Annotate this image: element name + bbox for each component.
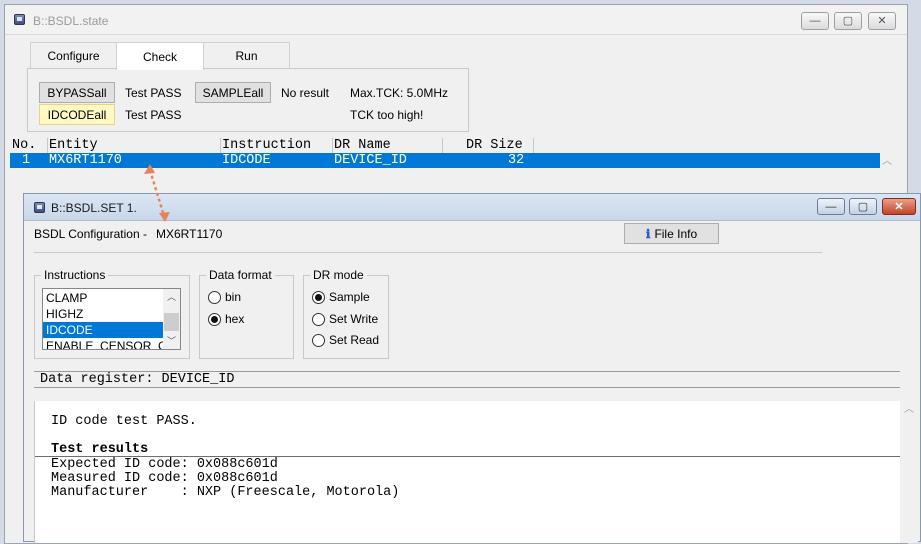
result-measured: Measured ID code: 0x088c601d [51,471,278,486]
chevron-down-icon[interactable]: ﹀ [163,333,180,349]
check-panel: BYPASSall Test PASS SAMPLEall No result … [27,68,469,132]
tab-configure[interactable]: Configure [30,42,117,69]
output-area[interactable]: ID code test PASS. Test results Expected… [34,401,901,543]
radio-set-write[interactable]: Set Write [312,312,378,326]
data-format-group: Data format bin hex [199,268,294,359]
sampleall-button[interactable]: SAMPLEall [195,82,271,103]
close-button[interactable]: ✕ [882,198,916,215]
bypass-result: Test PASS [125,86,182,100]
scroll-up-icon[interactable]: ︿ [880,153,894,171]
bsdl-config-entity: MX6RT1170 [156,227,223,241]
idcodeall-button[interactable]: IDCODEall [39,104,115,125]
radio-set-read[interactable]: Set Read [312,333,379,347]
bsdl-state-titlebar[interactable]: B::BSDL.state — ▢ ✕ [5,5,907,35]
tab-run[interactable]: Run [203,42,290,69]
radio-bin[interactable]: bin [208,290,241,304]
chevron-up-icon[interactable]: ︿ [163,289,180,305]
window-title: B::BSDL.state [33,14,109,28]
header-instruction[interactable]: Instruction [222,138,311,153]
column-divider[interactable] [533,138,534,153]
radio-icon [208,290,221,304]
maximize-icon: ▢ [857,201,869,213]
radio-checked-icon [208,312,221,326]
cell-dr-name: DEVICE_ID [334,153,407,168]
instructions-group: Instructions CLAMP HIGHZ IDCODE ENABLE_C… [34,268,190,359]
cell-instruction: IDCODE [222,153,271,168]
cell-dr-size: 32 [508,153,525,168]
close-icon: ✕ [877,14,887,27]
dr-mode-title: DR mode [310,268,367,282]
data-register-header: Data register: DEVICE_ID [34,371,900,388]
list-item[interactable]: CLAMP [43,290,164,306]
divider [34,252,822,253]
column-divider[interactable] [332,138,333,153]
maximize-icon: ▢ [842,14,854,27]
cell-no: 1 [22,153,31,168]
minimize-icon: — [825,200,837,213]
column-divider[interactable] [220,138,221,153]
radio-icon [312,312,325,326]
list-scrollbar[interactable]: ︿ ﹀ [163,289,180,349]
minimize-button[interactable]: — [817,198,845,215]
instructions-title: Instructions [41,268,109,282]
radio-hex[interactable]: hex [208,312,244,326]
radio-checked-icon [312,290,325,304]
bsdl-set-titlebar[interactable]: B::BSDL.SET 1. — ▢ ✕ [24,194,920,221]
data-format-title: Data format [206,268,275,282]
max-tck-label: Max.TCK: 5.0MHz [350,86,449,100]
tck-warning: TCK too high! [350,108,424,122]
list-item[interactable]: HIGHZ [43,306,164,322]
info-icon: ℹ [645,226,651,241]
app-icon [14,14,25,25]
minimize-button[interactable]: — [801,12,829,30]
minimize-icon: — [809,14,821,27]
table-row[interactable]: 1 MX6RT1170 IDCODE DEVICE_ID 32 [10,153,880,168]
window-title: B::BSDL.SET 1. [51,201,137,215]
list-item[interactable]: IDCODE [43,322,164,338]
file-info-button[interactable]: ℹ File Info [624,223,719,244]
sample-result: No result [281,86,330,100]
header-dr-name[interactable]: DR Name [334,138,391,153]
header-no[interactable]: No. [12,138,36,153]
radio-icon [312,333,325,347]
column-divider[interactable] [442,138,443,153]
bsdl-config-label: BSDL Configuration - [34,227,147,241]
result-manufacturer: Manufacturer : NXP (Freescale, Motorola) [51,485,400,500]
header-dr-size[interactable]: DR Size [466,138,523,153]
test-status: ID code test PASS. [51,414,197,429]
column-divider[interactable] [47,138,48,153]
dr-mode-group: DR mode Sample Set Write Set Read [303,268,389,359]
scroll-up-icon[interactable]: ︿ [900,401,918,543]
bypassall-button[interactable]: BYPASSall [39,82,115,103]
table-header: No. Entity Instruction DR Name DR Size [10,138,894,153]
app-icon [34,202,45,213]
radio-sample[interactable]: Sample [312,290,370,304]
maximize-button[interactable]: ▢ [849,198,877,215]
result-expected: Expected ID code: 0x088c601d [51,457,278,472]
results-title: Test results [51,442,149,457]
idcode-result: Test PASS [125,108,182,122]
close-icon: ✕ [894,201,904,213]
instructions-list[interactable]: CLAMP HIGHZ IDCODE ENABLE_CENSOR_CTRL ︿ … [42,288,181,350]
cell-entity: MX6RT1170 [49,153,122,168]
tab-check[interactable]: Check [116,42,204,70]
bsdl-set-window: B::BSDL.SET 1. — ▢ ✕ BSDL Configuration … [23,193,921,543]
header-entity[interactable]: Entity [49,138,98,153]
maximize-button[interactable]: ▢ [834,12,862,30]
list-item[interactable]: ENABLE_CENSOR_CTRL [43,338,164,349]
close-button[interactable]: ✕ [868,12,896,30]
scroll-thumb[interactable] [164,313,179,331]
